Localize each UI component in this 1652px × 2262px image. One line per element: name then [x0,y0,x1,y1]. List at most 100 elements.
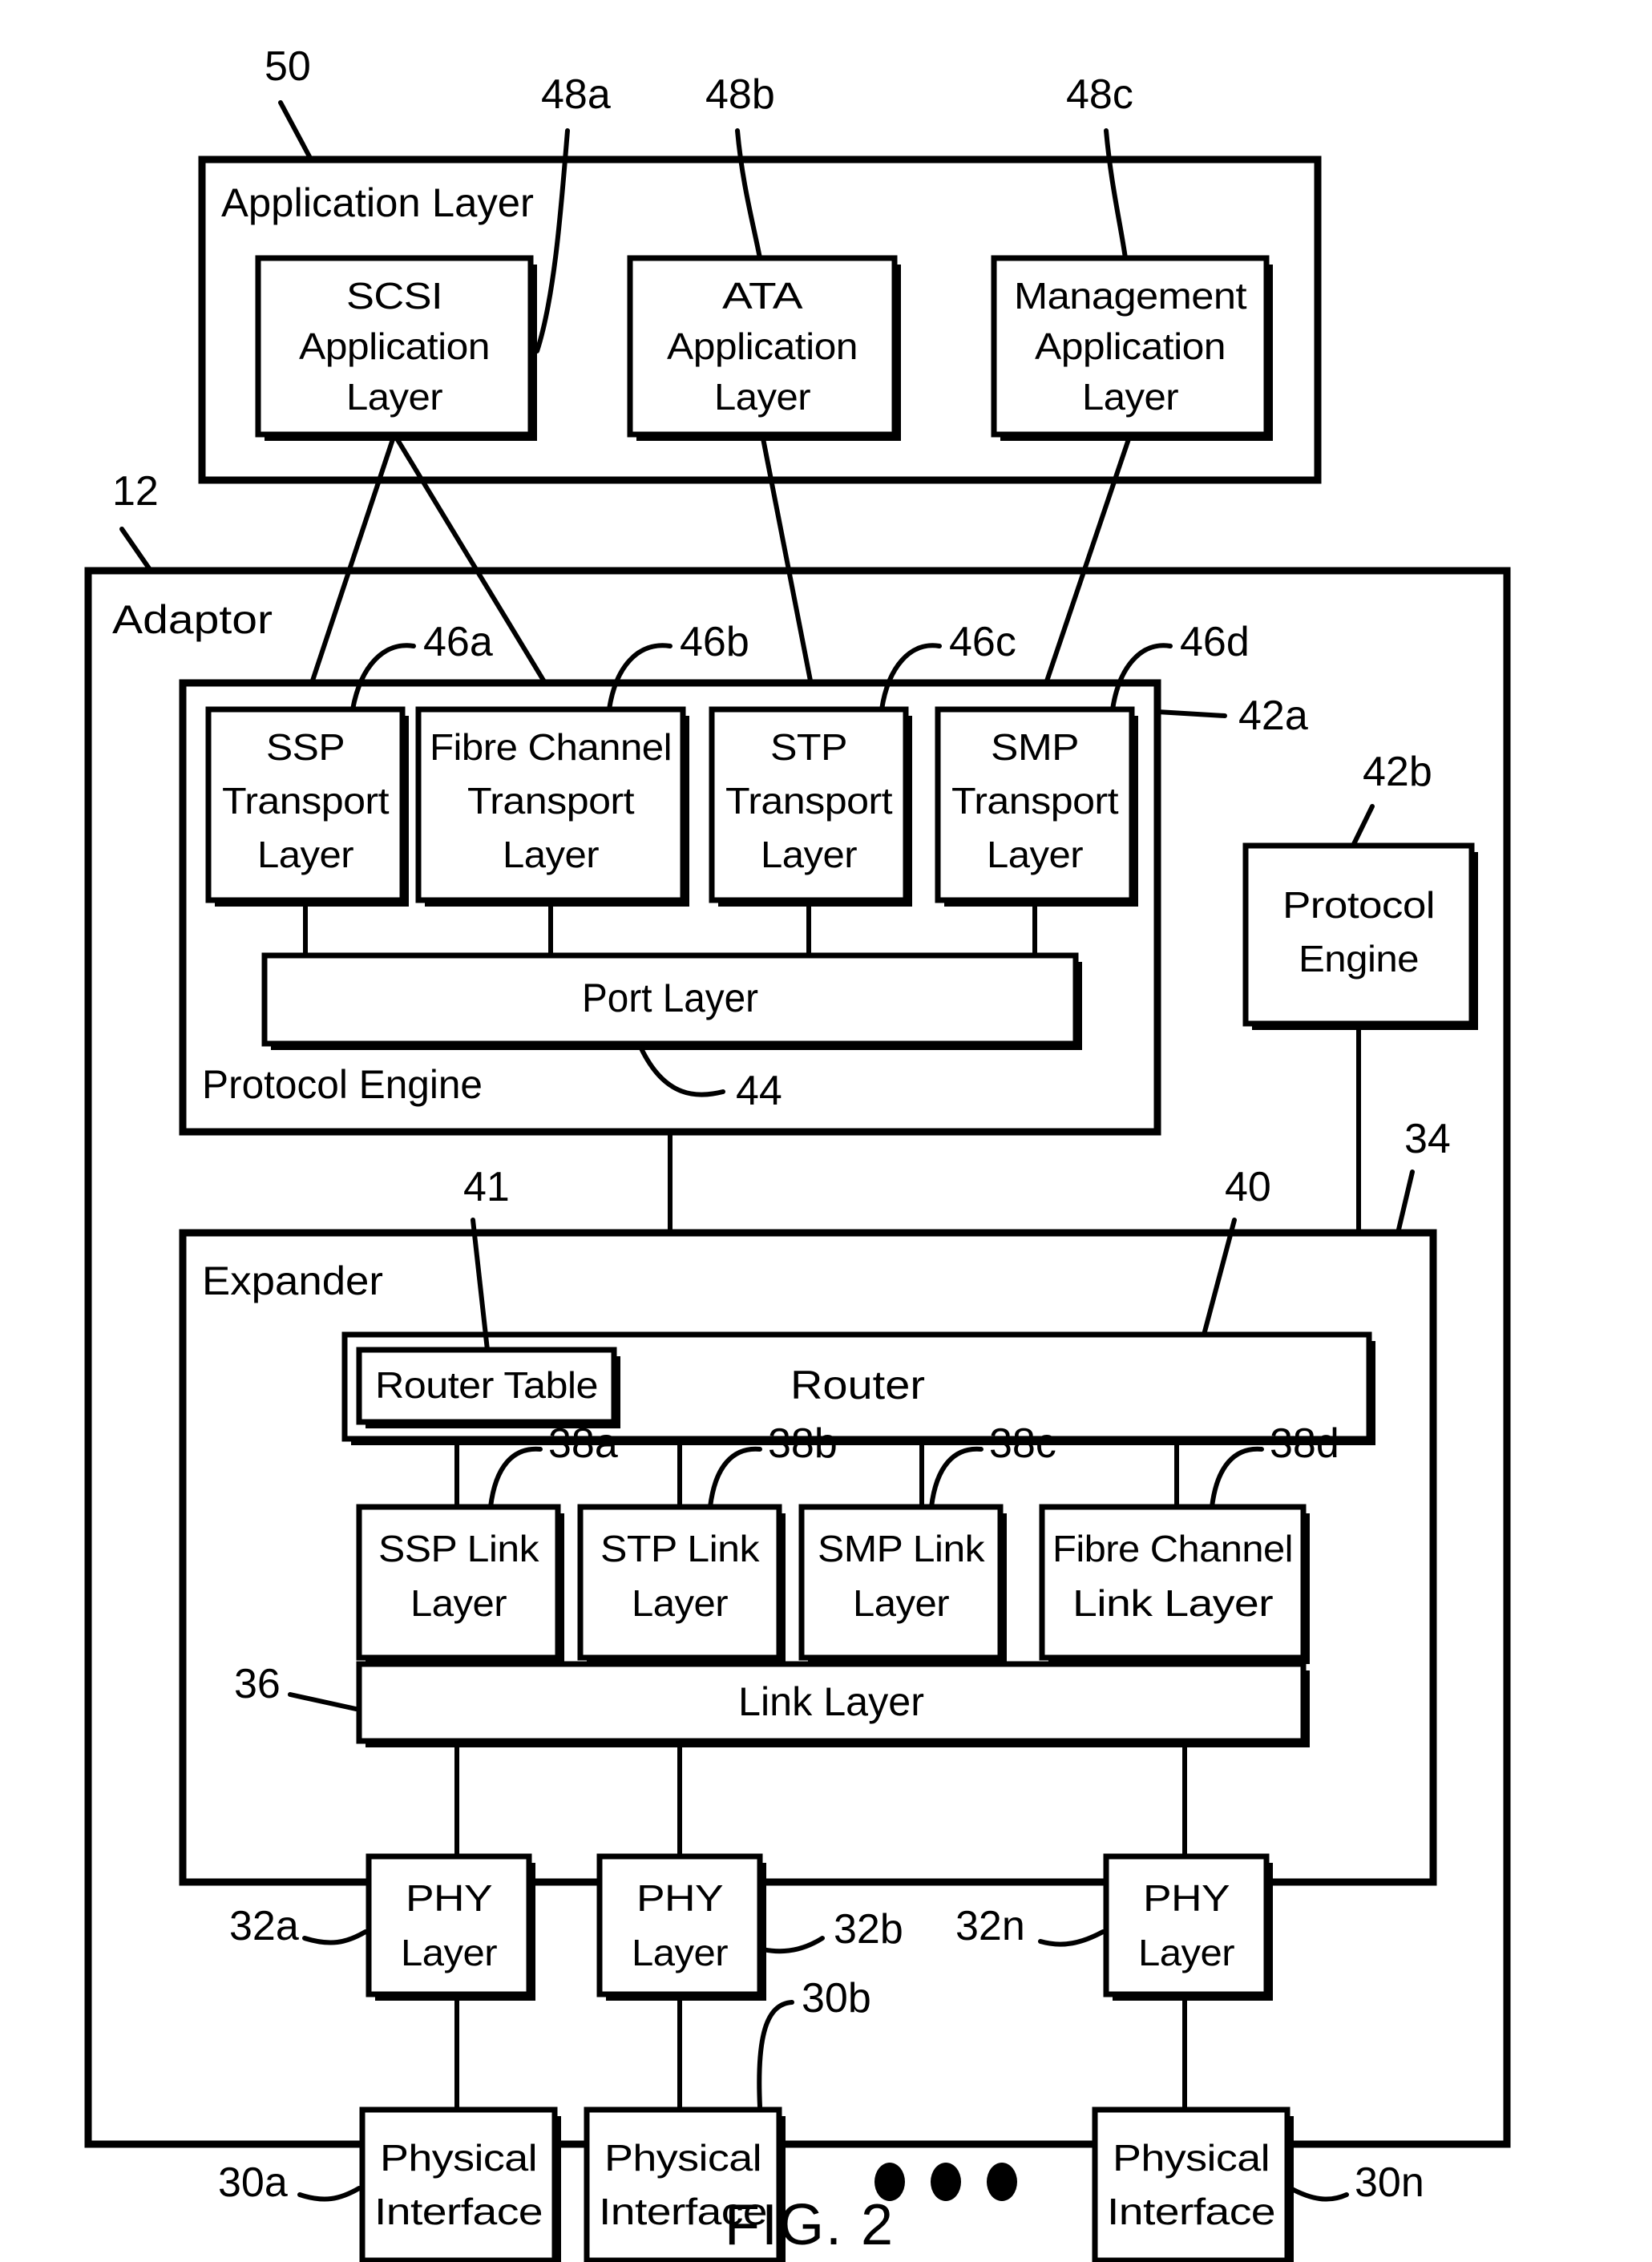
link-layer-bar-label: Link Layer [738,1679,924,1724]
svg-text:46b: 46b [680,619,749,665]
router-label: Router [790,1363,925,1408]
link-box-stp-line2: Layer [632,1582,728,1624]
app-box-management-line1: Management [1014,275,1247,317]
physical-interface-b-line1: Physical [604,2137,761,2179]
app-box-management-line2: Application [1035,325,1226,367]
figure-caption: FIG. 2 [725,2193,895,2257]
phy-box-a[interactable]: PHY Layer [366,1853,535,2001]
svg-text:38a: 38a [548,1420,618,1467]
svg-text:32n: 32n [955,1903,1025,1949]
ref-30a: 30a [218,2159,362,2206]
physical-interface-n-line2: Interface [1107,2191,1275,2232]
transport-box-fc-line2: Transport [467,780,635,822]
svg-text:42b: 42b [1363,749,1432,795]
phy-box-n-line2: Layer [1138,1932,1234,1973]
protocol-engine-aux[interactable]: Protocol Engine [1242,842,1478,1030]
physical-interface-a-line2: Interface [374,2191,543,2232]
phy-box-n-line1: PHY [1143,1877,1230,1919]
svg-text:48a: 48a [541,71,611,118]
adaptor-title: Adaptor [112,597,273,642]
transport-box-ssp-line2: Transport [222,780,390,822]
link-box-ssp[interactable]: SSP Link Layer [356,1504,564,1664]
app-box-ata-line1: ATA [722,275,803,317]
svg-text:30a: 30a [218,2159,288,2206]
router-table-label: Router Table [375,1364,598,1406]
transport-box-fc-line1: Fibre Channel [430,726,672,768]
link-box-fc-line1: Fibre Channel [1052,1528,1293,1569]
app-box-ata-line2: Application [667,325,858,367]
svg-text:32a: 32a [229,1903,299,1949]
phy-box-b-line1: PHY [636,1877,723,1919]
app-box-scsi-line1: SCSI [346,275,442,317]
link-box-fibre-channel[interactable]: Fibre Channel Link Layer [1039,1504,1310,1664]
svg-text:44: 44 [736,1068,782,1114]
protocol-engine-aux-line2: Engine [1299,938,1419,980]
app-box-ata[interactable]: ATA Application Layer [627,255,901,441]
app-box-scsi-line3: Layer [346,376,442,418]
phy-box-b-line2: Layer [632,1932,728,1973]
svg-text:46d: 46d [1180,619,1250,665]
svg-text:34: 34 [1404,1116,1451,1162]
svg-text:38d: 38d [1270,1420,1339,1467]
phy-box-n[interactable]: PHY Layer [1103,1853,1273,2001]
svg-text:46a: 46a [423,619,493,665]
figure-canvas: Application Layer 50 SCSI Application La… [0,0,1652,2262]
expander-title: Expander [202,1258,383,1303]
link-box-stp-line1: STP Link [600,1528,761,1569]
transport-box-fc-line3: Layer [503,834,599,875]
phy-box-a-line1: PHY [406,1877,492,1919]
svg-text:30n: 30n [1355,2159,1424,2206]
svg-text:38b: 38b [768,1420,838,1467]
ref-50: 50 [265,43,313,162]
svg-text:46c: 46c [949,619,1016,665]
phy-box-a-line2: Layer [401,1932,497,1973]
transport-box-smp-line1: SMP [991,726,1079,768]
physical-interface-box-n[interactable]: Physical Interface [1092,2106,1294,2262]
transport-box-smp[interactable]: SMP Transport Layer [935,706,1138,907]
patent-diagram: Application Layer 50 SCSI Application La… [84,43,1511,2262]
link-box-stp[interactable]: STP Link Layer [577,1504,786,1664]
svg-text:48b: 48b [705,71,775,118]
svg-text:30b: 30b [802,1975,871,2022]
link-box-smp-line1: SMP Link [818,1528,986,1569]
port-layer-box[interactable]: Port Layer [261,952,1082,1050]
link-box-ssp-line2: Layer [410,1582,507,1624]
link-box-smp[interactable]: SMP Link Layer [798,1504,1007,1664]
ref-30n: 30n [1288,2159,1424,2206]
transport-box-stp-line2: Transport [725,780,893,822]
app-box-scsi-line2: Application [299,325,490,367]
link-box-smp-line2: Layer [853,1582,949,1624]
transport-box-smp-line3: Layer [987,834,1083,875]
svg-text:12: 12 [112,468,159,515]
app-box-scsi[interactable]: SCSI Application Layer [255,255,537,441]
protocol-engine-main-label: Protocol Engine [202,1062,483,1107]
ref-12: 12 [112,468,159,573]
phy-box-b[interactable]: PHY Layer [596,1853,766,2001]
svg-text:48c: 48c [1066,71,1133,118]
transport-box-stp-line1: STP [770,726,847,768]
link-box-fc-line2: Link Layer [1072,1582,1273,1624]
transport-box-smp-line2: Transport [951,780,1119,822]
port-layer-label: Port Layer [582,975,758,1020]
app-box-management[interactable]: Management Application Layer [991,255,1273,441]
transport-box-fibre-channel[interactable]: Fibre Channel Transport Layer [415,706,689,907]
transport-box-stp[interactable]: STP Transport Layer [709,706,912,907]
svg-text:40: 40 [1225,1164,1271,1210]
svg-text:32b: 32b [834,1906,903,1953]
link-box-ssp-line1: SSP Link [378,1528,540,1569]
physical-interface-n-line1: Physical [1113,2137,1270,2179]
svg-text:41: 41 [463,1164,510,1210]
svg-text:50: 50 [265,43,311,90]
physical-interface-box-a[interactable]: Physical Interface [359,2106,561,2262]
router-table-box[interactable]: Router Table [356,1347,620,1428]
physical-interface-a-line1: Physical [380,2137,537,2179]
transport-box-ssp[interactable]: SSP Transport Layer [205,706,409,907]
svg-text:42a: 42a [1238,693,1308,739]
protocol-engine-aux-line1: Protocol [1282,884,1435,926]
svg-text:38c: 38c [989,1420,1056,1467]
app-box-ata-line3: Layer [714,376,810,418]
link-layer-bar[interactable]: Link Layer [356,1661,1310,1747]
ellipsis-dots [874,2163,1017,2201]
transport-box-ssp-line1: SSP [266,726,345,768]
transport-box-ssp-line3: Layer [257,834,353,875]
